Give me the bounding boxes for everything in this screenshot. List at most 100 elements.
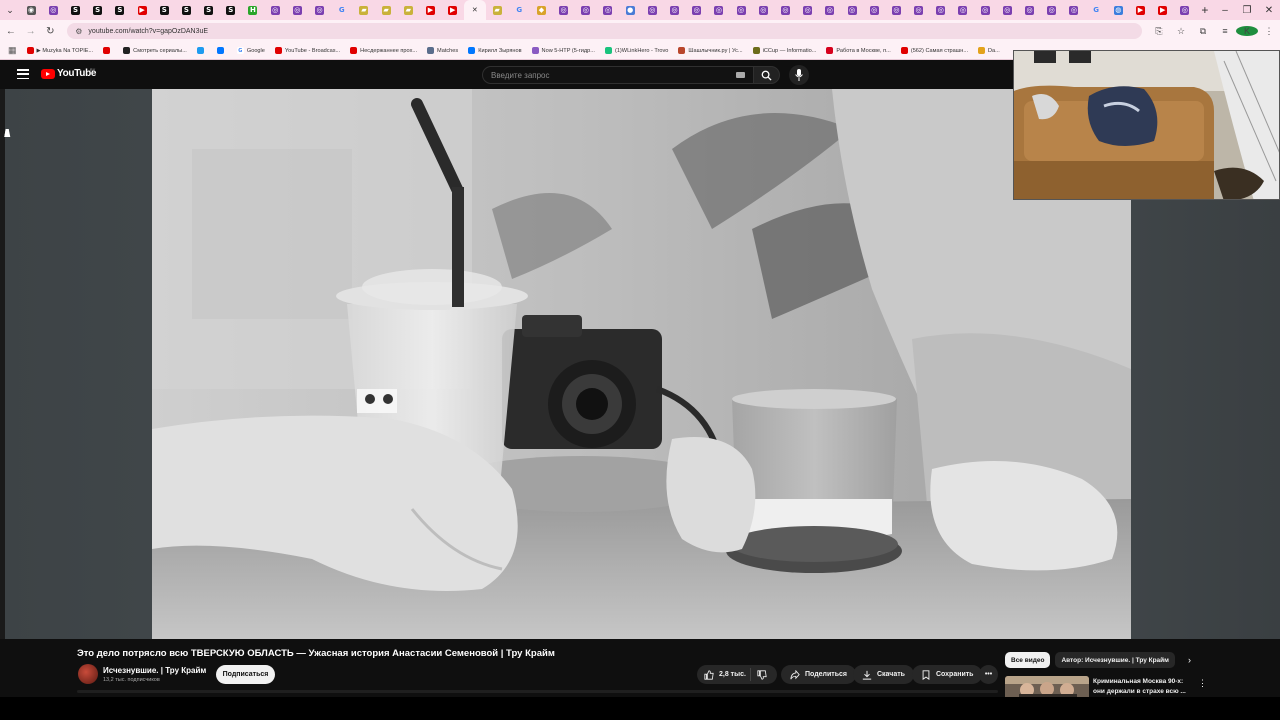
menu-icon[interactable] bbox=[17, 69, 29, 79]
browser-tab[interactable]: ◎ bbox=[885, 0, 907, 20]
chip-all-videos[interactable]: Все видео bbox=[1005, 652, 1051, 668]
browser-tab[interactable]: ◎ bbox=[641, 0, 663, 20]
bookmark-item[interactable]: Now 5-HTP (5-гидр... bbox=[531, 47, 595, 54]
browser-tab[interactable]: S bbox=[153, 0, 175, 20]
browser-tab[interactable]: ◎ bbox=[1063, 0, 1085, 20]
voice-search-button[interactable] bbox=[789, 65, 809, 85]
youtube-logo[interactable]: YouTube bbox=[41, 68, 97, 79]
browser-tab[interactable]: ▶ bbox=[442, 0, 464, 20]
browser-tab[interactable]: G bbox=[331, 0, 353, 20]
dislike-button[interactable] bbox=[751, 669, 777, 680]
browser-tab[interactable]: ▰ bbox=[397, 0, 419, 20]
browser-tab[interactable]: ◎ bbox=[42, 0, 64, 20]
browser-tab[interactable]: S bbox=[64, 0, 86, 20]
back-icon[interactable]: ← bbox=[2, 22, 20, 40]
browser-tab[interactable]: S bbox=[87, 0, 109, 20]
chevron-right-icon[interactable]: › bbox=[1188, 655, 1191, 665]
browser-tab[interactable]: H bbox=[242, 0, 264, 20]
bookmark-item[interactable]: (562) Самая страшн... bbox=[900, 47, 968, 54]
tab-search-icon[interactable]: ⌄ bbox=[0, 0, 20, 20]
browser-tab[interactable]: ◎ bbox=[752, 0, 774, 20]
share-button[interactable]: Поделиться bbox=[781, 665, 857, 684]
bookmark-item[interactable] bbox=[196, 47, 207, 54]
browser-tab[interactable]: ▰ bbox=[486, 0, 508, 20]
recommendation-menu-icon[interactable]: ⋮ bbox=[1198, 678, 1207, 689]
channel-avatar[interactable] bbox=[78, 664, 98, 684]
install-icon[interactable]: ⎘ bbox=[1148, 26, 1170, 37]
browser-tab[interactable]: ▰ bbox=[375, 0, 397, 20]
new-tab-button[interactable]: + bbox=[1196, 3, 1214, 17]
subscribe-button[interactable]: Подписаться bbox=[216, 665, 275, 684]
browser-tab[interactable]: ◎ bbox=[863, 0, 885, 20]
browser-tab[interactable]: ▰ bbox=[353, 0, 375, 20]
browser-tab[interactable]: G bbox=[508, 0, 530, 20]
address-bar[interactable]: ⚙ youtube.com/watch?v=gapOzDAN3uE bbox=[67, 23, 1143, 39]
video-player[interactable] bbox=[152, 89, 1131, 639]
bookmark-item[interactable] bbox=[216, 47, 227, 54]
browser-tab[interactable]: ◎ bbox=[797, 0, 819, 20]
minimize-icon[interactable]: – bbox=[1214, 5, 1236, 16]
browser-tab[interactable]: ◎ bbox=[974, 0, 996, 20]
bookmark-item[interactable]: Da... bbox=[978, 47, 1000, 54]
browser-tab[interactable]: ◎ bbox=[597, 0, 619, 20]
download-button[interactable]: Скачать bbox=[853, 665, 914, 684]
browser-tab[interactable]: S bbox=[220, 0, 242, 20]
site-info-icon[interactable]: ⚙ bbox=[75, 27, 82, 36]
browser-tab[interactable]: ◎ bbox=[908, 0, 930, 20]
profile-avatar[interactable]: K bbox=[1236, 26, 1259, 36]
browser-tab[interactable]: ◎ bbox=[264, 0, 286, 20]
browser-tab[interactable]: ✕ bbox=[463, 0, 486, 20]
browser-tab[interactable]: ◎ bbox=[774, 0, 796, 20]
bookmark-item[interactable]: Matches bbox=[427, 47, 458, 54]
browser-tab[interactable]: ◎ bbox=[663, 0, 685, 20]
reload-icon[interactable]: ↻ bbox=[42, 22, 60, 40]
browser-tab[interactable]: ◎ bbox=[819, 0, 841, 20]
browser-tab[interactable]: S bbox=[175, 0, 197, 20]
bookmark-item[interactable]: Несдержаннее прох... bbox=[350, 47, 417, 54]
search-button[interactable] bbox=[754, 66, 780, 84]
browser-tab[interactable]: S bbox=[198, 0, 220, 20]
browser-tab[interactable]: ▶ bbox=[419, 0, 441, 20]
bookmark-item[interactable]: Шашлычник.ру | Ус... bbox=[678, 47, 743, 54]
browser-tab[interactable]: ◎ bbox=[841, 0, 863, 20]
more-actions-button[interactable]: ••• bbox=[979, 665, 998, 684]
bookmark-item[interactable]: Кирилл Зырянов bbox=[468, 47, 522, 54]
browser-tab[interactable]: ◎ bbox=[1041, 0, 1063, 20]
bookmark-item[interactable]: Смотреть сериалы... bbox=[123, 47, 187, 54]
browser-tab[interactable]: ▶ bbox=[1129, 0, 1151, 20]
extensions-icon[interactable]: ⧉ bbox=[1192, 26, 1214, 37]
browser-tab[interactable]: ◆ bbox=[530, 0, 552, 20]
like-button[interactable]: 2,8 тыс. bbox=[697, 668, 751, 681]
save-button[interactable]: Сохранить bbox=[912, 665, 983, 684]
browser-menu-icon[interactable]: ⋮ bbox=[1258, 26, 1280, 37]
close-window-icon[interactable]: ✕ bbox=[1258, 5, 1280, 16]
browser-tab[interactable]: ◎ bbox=[930, 0, 952, 20]
browser-tab[interactable]: ◉ bbox=[20, 0, 42, 20]
browser-tab[interactable]: ◎ bbox=[952, 0, 974, 20]
browser-tab[interactable]: ◎ bbox=[1174, 0, 1196, 20]
browser-tab[interactable]: ◎ bbox=[1018, 0, 1040, 20]
bookmark-item[interactable]: Работа в Москве, п... bbox=[826, 47, 891, 54]
bookmark-item[interactable] bbox=[103, 47, 113, 54]
bookmark-item[interactable]: (1)WLinkHero - Trovo bbox=[604, 47, 668, 54]
browser-tab[interactable]: ◎ bbox=[286, 0, 308, 20]
bookmark-item[interactable]: ▶ Muzyka Na TOPIE... bbox=[26, 47, 93, 54]
bookmark-star-icon[interactable]: ☆ bbox=[1170, 26, 1192, 37]
channel-name[interactable]: Исчезнувшие. | Тру Крайм bbox=[103, 666, 206, 675]
search-input[interactable]: Введите запрос bbox=[482, 66, 754, 84]
browser-tab[interactable]: ● bbox=[619, 0, 641, 20]
browser-tab[interactable]: ◎ bbox=[575, 0, 597, 20]
apps-grid-icon[interactable]: ▦ bbox=[8, 45, 17, 56]
forward-icon[interactable]: → bbox=[22, 22, 40, 40]
keyboard-icon[interactable] bbox=[736, 72, 745, 78]
browser-tab[interactable]: ◎ bbox=[708, 0, 730, 20]
browser-tab[interactable]: G bbox=[1085, 0, 1107, 20]
browser-tab[interactable]: ◎ bbox=[308, 0, 330, 20]
browser-tab[interactable]: ▶ bbox=[131, 0, 153, 20]
browser-tab[interactable]: ▶ bbox=[1152, 0, 1174, 20]
browser-tab[interactable]: ◎ bbox=[686, 0, 708, 20]
media-icon[interactable]: ≡ bbox=[1214, 26, 1236, 36]
browser-tab[interactable]: ◍ bbox=[1107, 0, 1129, 20]
chip-author[interactable]: Автор: Исчезнувшие. | Тру Крайм bbox=[1055, 652, 1175, 668]
restore-icon[interactable]: ❐ bbox=[1236, 5, 1258, 16]
